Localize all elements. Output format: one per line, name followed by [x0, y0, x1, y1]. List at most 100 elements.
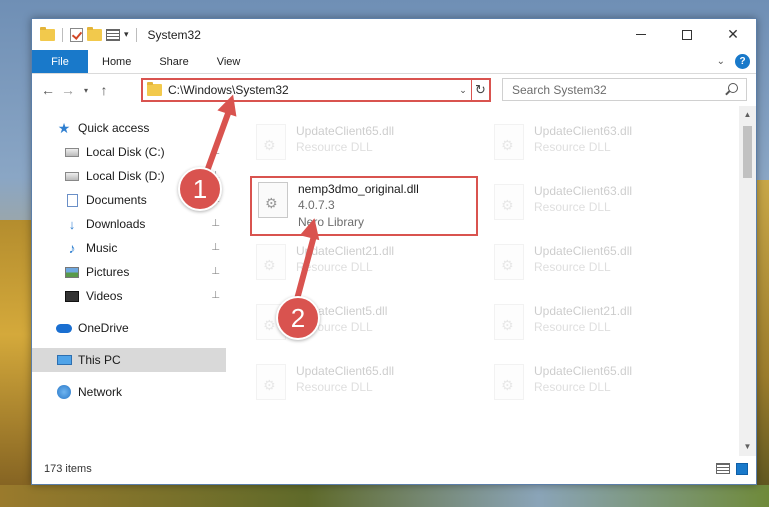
sidebar-item-local-disk-c[interactable]: Local Disk (C:) ⊥ [32, 140, 226, 164]
file-version: 4.0.7.3 [298, 198, 335, 212]
tab-file[interactable]: File [32, 50, 88, 73]
up-arrow-icon[interactable]: ↑ [94, 82, 114, 98]
back-arrow-icon[interactable]: ← [38, 82, 58, 98]
file-item-selected[interactable]: nemp3dmo_original.dll 4.0.7.3 Nero Libra… [250, 176, 478, 236]
dll-file-icon [258, 182, 288, 218]
file-item[interactable]: UpdateClient21.dll Resource DLL [488, 300, 716, 356]
file-item[interactable]: UpdateClient63.dll Resource DLL [488, 120, 716, 176]
details-view-icon[interactable] [716, 463, 730, 474]
address-bar[interactable]: C:\Windows\System32 ⌄ ↻ [141, 78, 491, 102]
sidebar-item-label: Music [86, 241, 118, 255]
sidebar-item-label: Videos [86, 289, 123, 303]
tab-home[interactable]: Home [88, 50, 145, 73]
background-trees-right [755, 180, 769, 507]
pin-icon[interactable]: ⊥ [211, 290, 220, 301]
pin-icon[interactable]: ⊥ [211, 266, 220, 277]
pin-icon[interactable]: ⊥ [211, 242, 220, 253]
close-button[interactable]: ✕ [710, 19, 756, 50]
sidebar-item-music[interactable]: ♪ Music ⊥ [32, 236, 226, 260]
tab-view[interactable]: View [203, 50, 255, 73]
dll-file-icon [494, 184, 524, 220]
dll-file-icon [256, 124, 286, 160]
main-area: ★ Quick access Local Disk (C:) ⊥ Local D… [32, 106, 756, 456]
file-type: Resource DLL [296, 380, 373, 394]
sidebar-item-label: Local Disk (C:) [86, 145, 165, 159]
cloud-icon [56, 321, 72, 335]
scroll-thumb[interactable] [743, 126, 752, 178]
pin-icon[interactable]: ⊥ [211, 218, 220, 229]
file-type: Resource DLL [534, 140, 611, 154]
address-dropdown-icon[interactable]: ⌄ [455, 85, 471, 96]
scroll-down-icon[interactable]: ▼ [739, 440, 756, 454]
sidebar-item-label: Quick access [78, 121, 150, 135]
file-name: UpdateClient63.dll [534, 124, 633, 138]
file-item[interactable]: UpdateClient65.dll Resource DLL [488, 360, 716, 416]
file-name: nemp3dmo_original.dll [298, 182, 419, 196]
sidebar-item-network[interactable]: Network [32, 380, 226, 404]
sidebar-item-label: Pictures [86, 265, 130, 279]
sidebar-item-videos[interactable]: Videos ⊥ [32, 284, 226, 308]
file-type: Resource DLL [534, 320, 611, 334]
properties-check-icon[interactable] [70, 27, 83, 42]
address-path[interactable]: C:\Windows\System32 [168, 83, 455, 97]
file-item[interactable]: UpdateClient63.dll Resource DLL [488, 180, 716, 236]
file-name: UpdateClient65.dll [296, 124, 395, 138]
expand-ribbon-icon[interactable]: ⌄ [717, 56, 725, 67]
file-type: Resource DLL [534, 200, 611, 214]
explorer-window: ▾ System32 ✕ File Home Share View ⌄ ? ← … [31, 18, 757, 485]
forward-arrow-icon[interactable]: → [58, 82, 78, 98]
dll-file-icon [494, 304, 524, 340]
search-icon[interactable] [728, 83, 738, 93]
title-bar: ▾ System32 ✕ [32, 19, 756, 50]
ribbon-right: ⌄ ? [717, 54, 750, 69]
pictures-icon [64, 265, 80, 279]
quick-access-toolbar: ▾ [32, 26, 140, 42]
refresh-icon[interactable]: ↻ [471, 80, 489, 100]
file-list: UpdateClient65.dll Resource DLL nemp3dmo… [226, 106, 756, 456]
music-icon: ♪ [68, 240, 76, 256]
sidebar-item-label: Documents [86, 193, 147, 207]
customize-icon[interactable] [106, 28, 120, 41]
file-item[interactable]: UpdateClient65.dll Resource DLL [250, 360, 478, 416]
chevron-down-icon[interactable]: ▾ [124, 29, 129, 40]
sidebar-item-downloads[interactable]: ↓ Downloads ⊥ [32, 212, 226, 236]
file-name: UpdateClient65.dll [534, 364, 633, 378]
sidebar-item-label: Downloads [86, 217, 146, 231]
star-icon: ★ [57, 119, 71, 136]
file-item[interactable]: UpdateClient65.dll Resource DLL [488, 240, 716, 296]
vertical-scrollbar[interactable]: ▲ ▼ [739, 106, 756, 456]
navigation-pane: ★ Quick access Local Disk (C:) ⊥ Local D… [32, 106, 226, 456]
file-type: Resource DLL [296, 260, 373, 274]
recent-locations-icon[interactable]: ▾ [78, 86, 94, 95]
maximize-icon [682, 29, 692, 40]
window-controls: ✕ [618, 19, 756, 50]
folder-icon [40, 26, 55, 41]
file-name: UpdateClient63.dll [534, 184, 633, 198]
file-item[interactable]: UpdateClient21.dll Resource DLL [250, 240, 478, 296]
file-item[interactable]: UpdateClient65.dll Resource DLL [250, 120, 478, 176]
computer-icon [56, 353, 72, 367]
tab-share[interactable]: Share [145, 50, 202, 73]
dll-file-icon [256, 244, 286, 280]
search-input[interactable]: Search System32 [502, 78, 747, 101]
maximize-button[interactable] [664, 19, 710, 50]
sidebar-item-quick-access[interactable]: ★ Quick access [32, 116, 226, 140]
dll-file-icon [494, 364, 524, 400]
help-icon[interactable]: ? [735, 54, 750, 69]
new-folder-icon[interactable] [87, 26, 102, 41]
disk-icon [64, 169, 80, 183]
scroll-up-icon[interactable]: ▲ [739, 108, 756, 122]
sidebar-item-this-pc[interactable]: This PC [32, 348, 226, 372]
sidebar-item-onedrive[interactable]: OneDrive [32, 316, 226, 340]
minimize-button[interactable] [618, 19, 664, 50]
search-placeholder: Search System32 [512, 82, 607, 97]
sidebar-item-label: This PC [78, 353, 121, 367]
sidebar-item-pictures[interactable]: Pictures ⊥ [32, 260, 226, 284]
status-bar: 173 items [32, 454, 756, 484]
file-name: UpdateClient65.dll [534, 244, 633, 258]
large-icons-view-icon[interactable] [736, 463, 748, 475]
window-title: System32 [147, 27, 201, 42]
sidebar-item-label: Local Disk (D:) [86, 169, 165, 183]
